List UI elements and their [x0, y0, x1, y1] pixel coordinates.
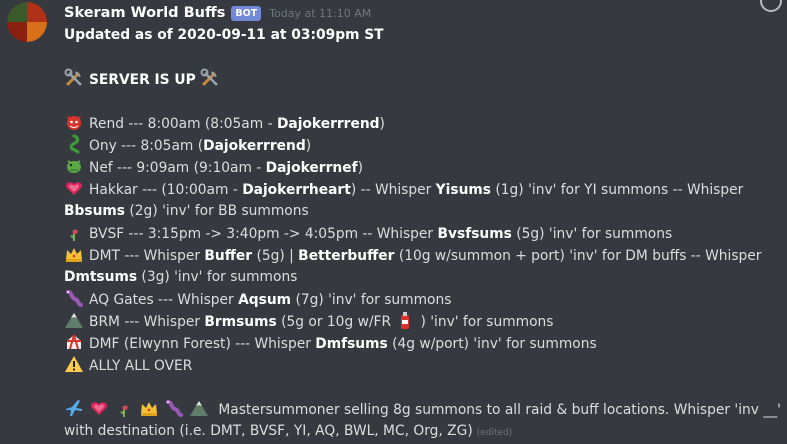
dragon-icon	[64, 134, 84, 154]
bot-badge: BOT	[231, 5, 262, 21]
character-name: Dajokerrheart	[242, 182, 351, 198]
character-name: Dmfsums	[315, 336, 388, 352]
line-text: (2g) 'inv' for BB summons	[125, 203, 309, 219]
line-text: (5g) |	[252, 248, 299, 264]
line-text: Nef --- 9:09am (9:10am -	[89, 160, 266, 176]
demon-face-icon	[64, 112, 84, 132]
character-name: Betterbuffer	[298, 248, 395, 264]
buff-line: BRM --- Whisper Brmsums (5g or 10g w/FR …	[64, 310, 553, 332]
warning-icon	[64, 354, 84, 374]
fire-extinguisher-icon	[395, 310, 415, 330]
line-text: (5g or 10g w/FR	[276, 314, 396, 330]
worm-icon	[64, 288, 84, 308]
buff-line: DMF (Elwynn Forest) --- Whisper Dmfsums …	[64, 332, 597, 354]
line-text: BRM --- Whisper	[89, 314, 205, 330]
character-name: Dajokerrrend	[203, 138, 306, 154]
character-name: Aqsum	[238, 292, 292, 308]
server-status-text: SERVER IS UP	[89, 72, 196, 88]
character-name: Bbsums	[64, 203, 126, 219]
footer-icons	[64, 400, 214, 418]
worm-icon	[164, 398, 184, 418]
line-text: Ony --- 8:05am (	[89, 138, 204, 154]
character-name: Yisums	[435, 182, 491, 198]
character-name: Brmsums	[204, 314, 277, 330]
airplane-icon	[64, 398, 84, 418]
footer-line-1: Mastersummoner selling 8g summons to all…	[64, 398, 781, 420]
mountain-icon	[189, 398, 209, 418]
buff-line: Nef --- 9:09am (9:10am - Dajokerrnef)	[64, 156, 363, 178]
line-text: (5g) 'inv' for summons	[511, 226, 673, 242]
character-name: Dajokerrrend	[276, 116, 380, 132]
buff-line: Ony --- 8:05am (Dajokerrrend)	[64, 134, 311, 156]
mountain-icon	[64, 310, 84, 330]
message-header: Skeram World Buffs BOT Today at 11:10 AM	[64, 3, 371, 23]
wilted-flower-icon	[64, 222, 84, 242]
heart-icon	[89, 398, 109, 418]
edited-label: (edited)	[476, 428, 513, 438]
line-text: )	[379, 116, 385, 132]
hammer-wrench-icon	[200, 68, 220, 88]
line-text: (10g w/summon + port) 'inv' for DM buffs…	[394, 248, 762, 264]
line-text: )	[357, 160, 363, 176]
line-text: (4g w/port) 'inv' for summons	[387, 336, 597, 352]
footer-text: Mastersummoner selling 8g summons to all…	[218, 402, 781, 418]
updated-line: Updated as of 2020-09-11 at 03:09pm ST	[64, 27, 384, 43]
avatar[interactable]	[7, 2, 47, 42]
message-action-button[interactable]	[760, 0, 782, 12]
crown-icon	[139, 398, 159, 418]
line-text: ) -- Whisper	[350, 182, 436, 198]
server-status-line: SERVER IS UP	[64, 68, 225, 90]
line-text: (7g) 'inv' for summons	[291, 292, 452, 308]
line-text: )	[305, 138, 312, 154]
buff-line: Rend --- 8:00am (8:05am - Dajokerrrend)	[64, 112, 385, 134]
buff-line: ALLY ALL OVER	[64, 354, 192, 376]
footer-text-2: with destination (i.e. DMT, BVSF, YI, AQ…	[64, 423, 473, 439]
buff-line: AQ Gates --- Whisper Aqsum (7g) 'inv' fo…	[64, 288, 451, 310]
line-text: ) 'inv' for summons	[420, 314, 554, 330]
crown-icon	[64, 244, 84, 264]
line-text: ALLY ALL OVER	[89, 358, 193, 374]
character-name: Dmtsums	[64, 269, 138, 285]
line-text: Rend --- 8:00am (8:05am -	[89, 116, 277, 132]
heart-icon	[64, 178, 84, 198]
buff-line: BVSF --- 3:15pm -> 3:40pm -> 4:05pm -- W…	[64, 222, 672, 244]
line-text: DMF (Elwynn Forest) --- Whisper	[89, 336, 316, 352]
buff-line: Bbsums (2g) 'inv' for BB summons	[64, 200, 309, 222]
character-name: Buffer	[204, 248, 253, 264]
username[interactable]: Skeram World Buffs	[64, 5, 225, 21]
wilted-flower-icon	[114, 398, 134, 418]
dragon-face-icon	[64, 156, 84, 176]
line-text: BVSF --- 3:15pm -> 3:40pm -> 4:05pm -- W…	[89, 226, 438, 242]
footer-line-2: with destination (i.e. DMT, BVSF, YI, AQ…	[64, 420, 512, 442]
line-text: AQ Gates --- Whisper	[89, 292, 239, 308]
hammer-wrench-icon	[64, 68, 84, 88]
line-text: (3g) 'inv' for summons	[137, 269, 298, 285]
character-name: Dajokerrnef	[265, 160, 358, 176]
character-name: Bvsfsums	[437, 226, 512, 242]
buff-line: Dmtsums (3g) 'inv' for summons	[64, 266, 297, 288]
circus-tent-icon	[64, 332, 84, 352]
timestamp[interactable]: Today at 11:10 AM	[269, 7, 371, 20]
line-text: Hakkar --- (10:00am -	[89, 182, 243, 198]
buff-line: Hakkar --- (10:00am - Dajokerrheart) -- …	[64, 178, 743, 200]
line-text: DMT --- Whisper	[89, 248, 205, 264]
buff-line: DMT --- Whisper Buffer (5g) | Betterbuff…	[64, 244, 761, 266]
line-text: (1g) 'inv' for YI summons -- Whisper	[491, 182, 744, 198]
